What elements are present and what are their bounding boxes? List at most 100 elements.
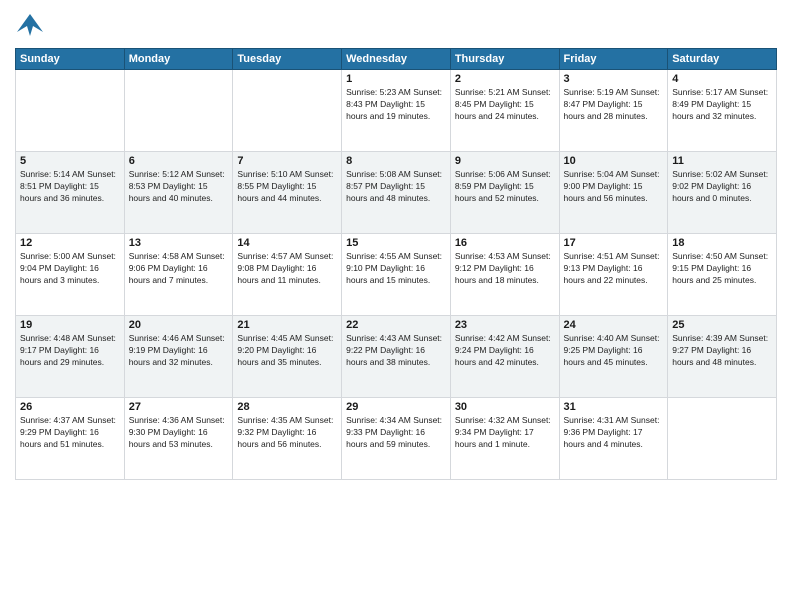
header-sunday: Sunday (16, 49, 125, 70)
day-info: Sunrise: 5:19 AM Sunset: 8:47 PM Dayligh… (564, 87, 664, 123)
calendar-cell: 23Sunrise: 4:42 AM Sunset: 9:24 PM Dayli… (450, 316, 559, 398)
calendar-cell: 27 Sunrise: 4:36 AM Sunset: 9:30 PM Dayli… (124, 398, 233, 480)
day-info: Sunrise: 5:12 AM Sunset: 8:53 PM Dayligh… (129, 169, 229, 205)
week-row: 19 Sunrise: 4:48 AM Sunset: 9:17 PM Dayli… (16, 316, 777, 398)
day-info: Sunrise: 4:53 AM Sunset: 9:12 PM Dayligh… (455, 251, 555, 287)
calendar-cell: 5 Sunrise: 5:14 AM Sunset: 8:51 PM Daylig… (16, 152, 125, 234)
calendar-header: Sunday Monday Tuesday Wednesday Thursday… (16, 49, 777, 70)
day-number: 6 (129, 155, 229, 167)
day-number: 26 (20, 401, 120, 413)
day-info: Sunrise: 4:35 AM Sunset: 9:32 PM Dayligh… (237, 415, 337, 451)
day-number: 4 (672, 73, 772, 85)
day-info: Sunrise: 4:48 AM Sunset: 9:17 PM Dayligh… (20, 333, 120, 369)
calendar-cell: 8Sunrise: 5:08 AM Sunset: 8:57 PM Daylig… (342, 152, 451, 234)
header-thursday: Thursday (450, 49, 559, 70)
calendar-cell: 3Sunrise: 5:19 AM Sunset: 8:47 PM Daylig… (559, 70, 668, 152)
header-wednesday: Wednesday (342, 49, 451, 70)
day-info: Sunrise: 5:23 AM Sunset: 8:43 PM Dayligh… (346, 87, 446, 123)
day-number: 25 (672, 319, 772, 331)
calendar-cell: 7 Sunrise: 5:10 AM Sunset: 8:55 PM Daylig… (233, 152, 342, 234)
day-number: 20 (129, 319, 229, 331)
calendar-cell: 1 Sunrise: 5:23 AM Sunset: 8:43 PM Daylig… (342, 70, 451, 152)
day-info: Sunrise: 4:57 AM Sunset: 9:08 PM Dayligh… (237, 251, 337, 287)
day-number: 27 (129, 401, 229, 413)
calendar-cell: 18 Sunrise: 4:50 AM Sunset: 9:15 PM Dayli… (668, 234, 777, 316)
logo-icon (15, 10, 45, 40)
day-number: 7 (237, 155, 337, 167)
day-number: 31 (564, 401, 664, 413)
calendar-cell: 25Sunrise: 4:39 AM Sunset: 9:27 PM Dayli… (668, 316, 777, 398)
day-number: 30 (455, 401, 555, 413)
day-number: 16 (455, 237, 555, 249)
calendar-cell: 20 Sunrise: 4:46 AM Sunset: 9:19 PM Dayli… (124, 316, 233, 398)
calendar-cell (668, 398, 777, 480)
day-info: Sunrise: 4:43 AM Sunset: 9:22 PM Dayligh… (346, 333, 446, 369)
day-number: 22 (346, 319, 446, 331)
calendar-cell: 10Sunrise: 5:04 AM Sunset: 9:00 PM Dayli… (559, 152, 668, 234)
calendar-cell: 4 Sunrise: 5:17 AM Sunset: 8:49 PM Daylig… (668, 70, 777, 152)
week-row: 1 Sunrise: 5:23 AM Sunset: 8:43 PM Daylig… (16, 70, 777, 152)
calendar-cell (124, 70, 233, 152)
header (15, 10, 777, 40)
day-number: 19 (20, 319, 120, 331)
calendar-cell: 12 Sunrise: 5:00 AM Sunset: 9:04 PM Dayli… (16, 234, 125, 316)
week-row: 5 Sunrise: 5:14 AM Sunset: 8:51 PM Daylig… (16, 152, 777, 234)
calendar-cell: 19 Sunrise: 4:48 AM Sunset: 9:17 PM Dayli… (16, 316, 125, 398)
day-info: Sunrise: 4:34 AM Sunset: 9:33 PM Dayligh… (346, 415, 446, 451)
day-info: Sunrise: 5:06 AM Sunset: 8:59 PM Dayligh… (455, 169, 555, 205)
calendar-cell: 26 Sunrise: 4:37 AM Sunset: 9:29 PM Dayli… (16, 398, 125, 480)
week-row: 26 Sunrise: 4:37 AM Sunset: 9:29 PM Dayli… (16, 398, 777, 480)
day-info: Sunrise: 4:37 AM Sunset: 9:29 PM Dayligh… (20, 415, 120, 451)
calendar-cell: 2 Sunrise: 5:21 AM Sunset: 8:45 PM Daylig… (450, 70, 559, 152)
day-number: 18 (672, 237, 772, 249)
calendar-cell (16, 70, 125, 152)
day-number: 10 (564, 155, 664, 167)
day-info: Sunrise: 5:17 AM Sunset: 8:49 PM Dayligh… (672, 87, 772, 123)
calendar-page: Sunday Monday Tuesday Wednesday Thursday… (0, 0, 792, 612)
day-info: Sunrise: 4:46 AM Sunset: 9:19 PM Dayligh… (129, 333, 229, 369)
calendar-cell: 29Sunrise: 4:34 AM Sunset: 9:33 PM Dayli… (342, 398, 451, 480)
day-number: 12 (20, 237, 120, 249)
header-friday: Friday (559, 49, 668, 70)
header-saturday: Saturday (668, 49, 777, 70)
day-number: 24 (564, 319, 664, 331)
calendar-table: Sunday Monday Tuesday Wednesday Thursday… (15, 48, 777, 480)
day-number: 1 (346, 73, 446, 85)
day-number: 5 (20, 155, 120, 167)
day-info: Sunrise: 5:08 AM Sunset: 8:57 PM Dayligh… (346, 169, 446, 205)
calendar-cell: 31 Sunrise: 4:31 AM Sunset: 9:36 PM Dayli… (559, 398, 668, 480)
day-number: 2 (455, 73, 555, 85)
day-info: Sunrise: 4:55 AM Sunset: 9:10 PM Dayligh… (346, 251, 446, 287)
logo (15, 10, 49, 40)
day-info: Sunrise: 5:00 AM Sunset: 9:04 PM Dayligh… (20, 251, 120, 287)
day-number: 15 (346, 237, 446, 249)
day-number: 11 (672, 155, 772, 167)
day-info: Sunrise: 5:21 AM Sunset: 8:45 PM Dayligh… (455, 87, 555, 123)
calendar-cell: 16 Sunrise: 4:53 AM Sunset: 9:12 PM Dayli… (450, 234, 559, 316)
day-info: Sunrise: 4:32 AM Sunset: 9:34 PM Dayligh… (455, 415, 555, 451)
day-info: Sunrise: 5:14 AM Sunset: 8:51 PM Dayligh… (20, 169, 120, 205)
day-info: Sunrise: 4:40 AM Sunset: 9:25 PM Dayligh… (564, 333, 664, 369)
calendar-cell: 13Sunrise: 4:58 AM Sunset: 9:06 PM Dayli… (124, 234, 233, 316)
calendar-cell (233, 70, 342, 152)
header-tuesday: Tuesday (233, 49, 342, 70)
calendar-cell: 14 Sunrise: 4:57 AM Sunset: 9:08 PM Dayli… (233, 234, 342, 316)
day-number: 17 (564, 237, 664, 249)
day-info: Sunrise: 4:50 AM Sunset: 9:15 PM Dayligh… (672, 251, 772, 287)
calendar-cell: 15 Sunrise: 4:55 AM Sunset: 9:10 PM Dayli… (342, 234, 451, 316)
day-info: Sunrise: 4:36 AM Sunset: 9:30 PM Dayligh… (129, 415, 229, 451)
day-info: Sunrise: 4:31 AM Sunset: 9:36 PM Dayligh… (564, 415, 664, 451)
calendar-cell: 9 Sunrise: 5:06 AM Sunset: 8:59 PM Daylig… (450, 152, 559, 234)
calendar-cell: 6 Sunrise: 5:12 AM Sunset: 8:53 PM Daylig… (124, 152, 233, 234)
day-info: Sunrise: 5:02 AM Sunset: 9:02 PM Dayligh… (672, 169, 772, 205)
day-number: 21 (237, 319, 337, 331)
calendar-body: 1 Sunrise: 5:23 AM Sunset: 8:43 PM Daylig… (16, 70, 777, 480)
day-number: 9 (455, 155, 555, 167)
week-row: 12 Sunrise: 5:00 AM Sunset: 9:04 PM Dayli… (16, 234, 777, 316)
day-number: 14 (237, 237, 337, 249)
day-info: Sunrise: 4:58 AM Sunset: 9:06 PM Dayligh… (129, 251, 229, 287)
calendar-cell: 11 Sunrise: 5:02 AM Sunset: 9:02 PM Dayli… (668, 152, 777, 234)
calendar-cell: 22 Sunrise: 4:43 AM Sunset: 9:22 PM Dayli… (342, 316, 451, 398)
day-info: Sunrise: 5:10 AM Sunset: 8:55 PM Dayligh… (237, 169, 337, 205)
calendar-cell: 17Sunrise: 4:51 AM Sunset: 9:13 PM Dayli… (559, 234, 668, 316)
